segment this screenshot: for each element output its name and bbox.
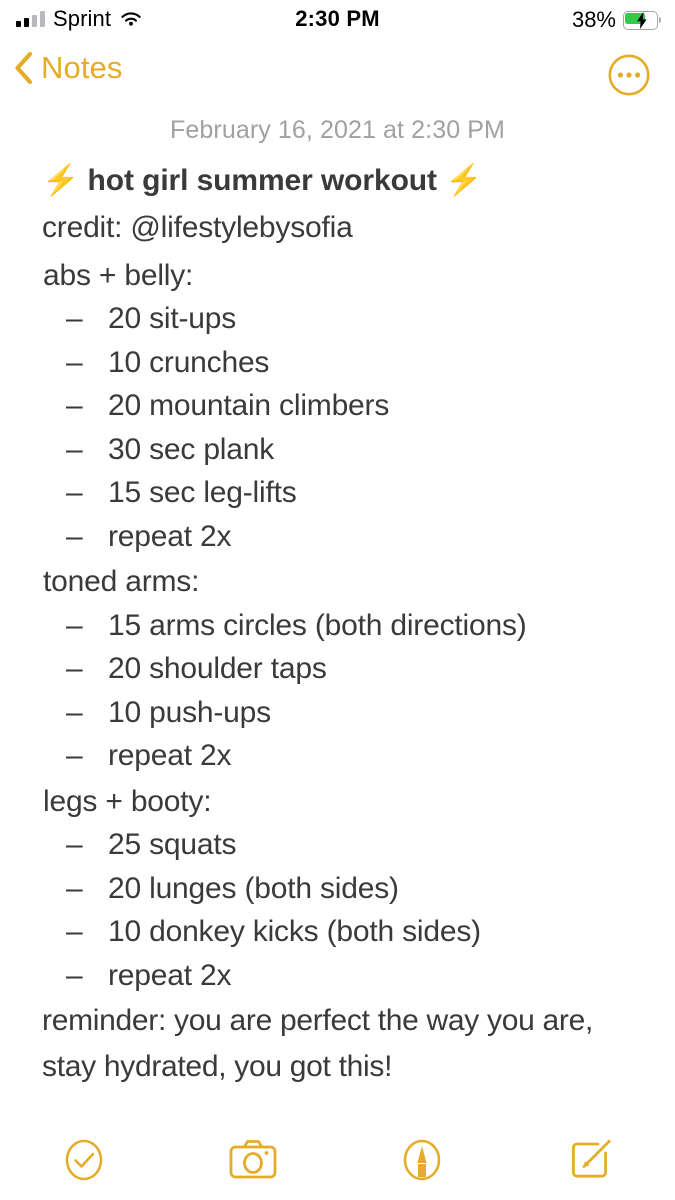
note-timestamp: February 16, 2021 at 2:30 PM xyxy=(170,116,505,144)
bottom-toolbar xyxy=(0,1122,675,1200)
note-list-item: – repeat 2x xyxy=(16,954,659,998)
note-credit-line: credit: @lifestylebysofia xyxy=(42,211,353,245)
compose-icon xyxy=(571,1139,611,1178)
note-list-item-text: 10 crunches xyxy=(108,345,270,379)
note-list-item: –10 push-ups xyxy=(16,691,659,735)
note-sections: abs + belly: –20 sit-ups –10 crunches –20 m… xyxy=(16,254,659,998)
note-list-item: – repeat 2x xyxy=(16,515,659,559)
note-list-item-text: repeat 2x xyxy=(108,739,232,773)
bolt-left-icon: ⚡ xyxy=(42,164,80,197)
note-list-item-text: repeat 2x xyxy=(108,958,232,992)
note-list-item-text: 20 shoulder taps xyxy=(108,652,327,686)
notes-app-screen: Sprint 2:30 PM 38% Notes February 16, 20… xyxy=(0,0,675,1200)
list-bullet-dash: – xyxy=(66,652,83,686)
navigation-bar: Notes xyxy=(0,44,675,106)
list-bullet-dash: – xyxy=(66,915,83,949)
note-list-item: –20 mountain climbers xyxy=(16,384,659,428)
note-list-item: –20 lunges (both sides) xyxy=(16,867,659,911)
status-bar: Sprint 2:30 PM 38% xyxy=(0,0,675,44)
list-bullet-dash: – xyxy=(66,432,83,466)
note-list-item: –20 shoulder taps xyxy=(16,647,659,691)
back-button-label: Notes xyxy=(41,50,123,85)
note-list-item-text: repeat 2x xyxy=(108,519,232,553)
note-list-item: –10 donkey kicks (both sides) xyxy=(16,910,659,954)
note-section-heading: toned arms: xyxy=(43,565,200,599)
note-outro-line-1: reminder: you are perfect the way you ar… xyxy=(42,1004,594,1038)
note-list-item-text: 10 push-ups xyxy=(108,695,271,729)
note-list-item-text: 15 arms circles (both directions) xyxy=(108,608,527,642)
list-bullet-dash: – xyxy=(66,345,83,379)
checklist-circle-icon xyxy=(66,1139,103,1181)
list-bullet-dash: – xyxy=(66,519,83,553)
status-bar-right: 38% xyxy=(572,7,661,33)
list-bullet-dash: – xyxy=(66,958,83,992)
note-section-heading: abs + belly: xyxy=(43,258,194,292)
note-outro-line-2: stay hydrated, you got this! xyxy=(42,1049,393,1083)
list-bullet-dash: – xyxy=(66,871,83,905)
note-list-item: –20 sit-ups xyxy=(16,297,659,341)
list-bullet-dash: – xyxy=(66,389,83,423)
list-bullet-dash: – xyxy=(66,695,83,729)
battery-percent-label: 38% xyxy=(571,7,616,32)
markup-pen-circle-icon xyxy=(403,1139,441,1181)
note-list-item-text: 15 sec leg-lifts xyxy=(108,476,297,510)
note-list-item-text: 20 sit-ups xyxy=(108,302,237,336)
more-ellipsis-circle-icon xyxy=(608,54,650,96)
note-body[interactable]: February 16, 2021 at 2:30 PM ⚡ hot girl … xyxy=(0,106,675,1088)
list-bullet-dash: – xyxy=(66,476,83,510)
markup-button[interactable] xyxy=(338,1130,507,1190)
more-options-button[interactable] xyxy=(607,53,651,97)
list-bullet-dash: – xyxy=(66,608,83,642)
bolt-right-icon: ⚡ xyxy=(445,164,483,197)
checklist-button[interactable] xyxy=(0,1130,169,1190)
note-list-item-text: 20 lunges (both sides) xyxy=(108,871,399,905)
note-list-item: –15 arms circles (both directions) xyxy=(16,604,659,648)
note-list-item: –30 sec plank xyxy=(16,428,659,472)
note-list-item-text: 20 mountain climbers xyxy=(108,389,390,423)
note-list-item-text: 30 sec plank xyxy=(108,432,275,466)
note-list-item-text: 25 squats xyxy=(108,828,237,862)
camera-button[interactable] xyxy=(169,1130,338,1190)
note-list-item: –25 squats xyxy=(16,823,659,867)
back-to-notes-button[interactable]: Notes xyxy=(12,50,122,86)
chevron-left-icon xyxy=(12,51,34,85)
note-list-item-text: 10 donkey kicks (both sides) xyxy=(108,915,481,949)
note-title: ⚡ hot girl summer workout ⚡ xyxy=(16,162,659,200)
list-bullet-dash: – xyxy=(66,828,83,862)
camera-icon xyxy=(229,1140,277,1179)
note-section-heading: legs + booty: xyxy=(43,784,212,818)
battery-charging-icon xyxy=(623,10,661,30)
note-list-item: – repeat 2x xyxy=(16,734,659,778)
note-list-item: –10 crunches xyxy=(16,341,659,385)
compose-button[interactable] xyxy=(506,1130,675,1190)
note-list-item: –15 sec leg-lifts xyxy=(16,471,659,515)
note-title-text: hot girl summer workout xyxy=(87,164,438,197)
list-bullet-dash: – xyxy=(66,739,83,773)
list-bullet-dash: – xyxy=(66,302,83,336)
